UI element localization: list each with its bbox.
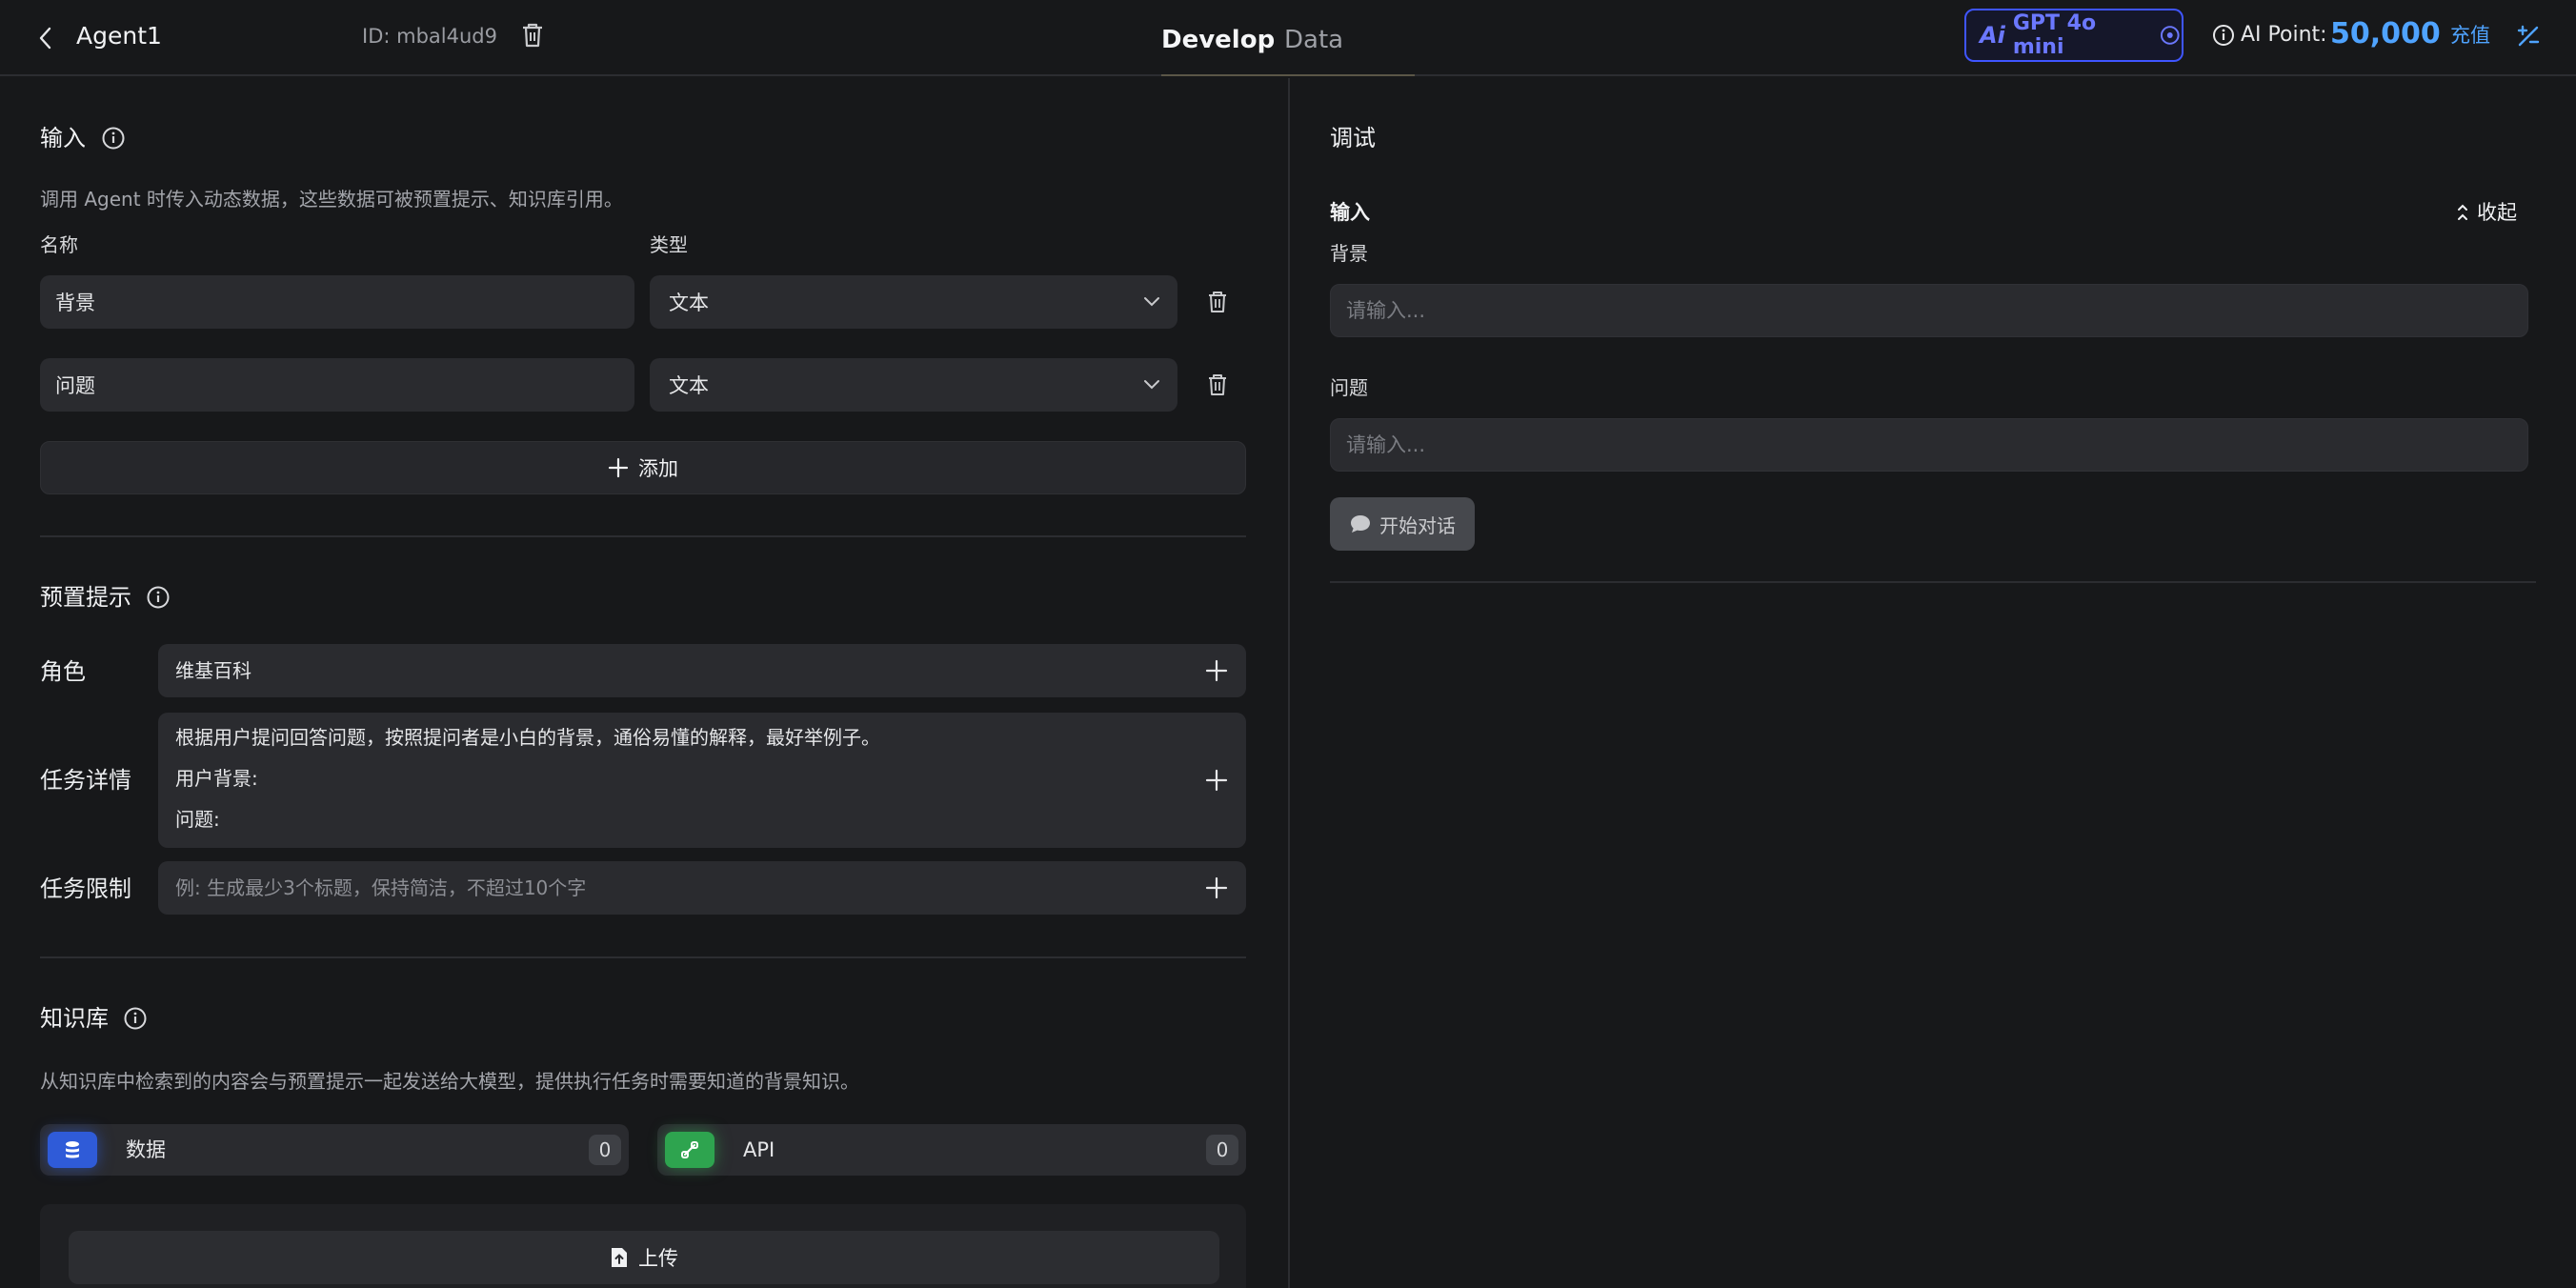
variable-type-select[interactable]: 文本 [650,275,1177,329]
section-divider [40,956,1246,958]
debug-input-label: 输入 [1330,201,1370,224]
model-logo: Ai [1980,22,2005,49]
model-selector-button[interactable]: Ai GPT 4o mini [1964,9,2184,62]
inputs-description: 调用 Agent 时传入动态数据，这些数据可被预置提示、知识库引用。 [40,188,623,211]
knowledge-card-name: 数据 [126,1138,166,1161]
upload-label: 上传 [638,1247,678,1270]
target-icon [2161,26,2181,45]
collapse-label: 收起 [2477,201,2517,224]
select-value: 文本 [669,374,709,397]
agent-name: Agent1 [76,22,162,50]
task-detail-line: 问题: [175,808,220,831]
plus-icon [1205,769,1228,792]
add-variable-label: 添加 [638,457,678,480]
variable-name-input[interactable]: 背景 [40,275,634,329]
add-role-button[interactable] [1204,658,1229,683]
panel-divider [1288,78,1290,1288]
trash-icon [1209,292,1226,312]
preset-section-title: 预置提示 [40,584,131,611]
add-variable-button[interactable]: 添加 [40,441,1246,494]
column-type-label: 类型 [650,233,688,256]
section-divider [40,535,1246,537]
database-icon [48,1132,97,1168]
start-chat-label: 开始对话 [1379,513,1456,537]
collapse-icon [2458,204,2467,220]
tab-data[interactable]: Data [1284,21,1343,59]
back-button[interactable] [29,21,63,55]
task-detail-input[interactable]: 根据用户提问回答问题，按照提问者是小白的背景，通俗易懂的解释，最好举例子。 用户… [158,713,1246,848]
debug-field-label: 背景 [1330,242,1368,265]
debug-field-label: 问题 [1330,376,1368,399]
task-detail-line: 根据用户提问回答问题，按照提问者是小白的背景，通俗易懂的解释，最好举例子。 [175,726,880,749]
task-detail-line: 用户背景: [175,767,258,790]
role-label: 角色 [40,658,86,685]
trash-icon [1209,374,1226,395]
knowledge-card-count: 0 [1206,1135,1238,1165]
plus-icon [608,457,629,478]
knowledge-card-name: API [743,1138,775,1161]
ai-point-label: AI Point: [2241,23,2327,47]
plus-icon [1205,876,1228,899]
delete-row-button[interactable] [1206,372,1229,398]
knowledge-card-data[interactable]: 数据 0 [40,1124,629,1176]
knowledge-card-api[interactable]: API 0 [657,1124,1246,1176]
knowledge-description: 从知识库中检索到的内容会与预置提示一起发送给大模型，提供执行任务时需要知道的背景… [40,1070,859,1093]
chevron-left-icon [39,27,51,50]
active-tab-indicator [1161,74,1415,76]
debug-question-input[interactable] [1330,418,2528,472]
role-value: 维基百科 [175,659,252,682]
add-task-limit-button[interactable] [1204,875,1229,900]
inputs-section-title: 输入 [40,125,86,151]
chevron-down-icon [1144,380,1159,390]
role-input[interactable]: 维基百科 [158,644,1246,697]
task-detail-label: 任务详情 [40,767,131,794]
delete-agent-button[interactable] [520,21,545,50]
debug-background-input[interactable] [1330,284,2528,337]
knowledge-section-title: 知识库 [40,1005,109,1032]
task-limit-label: 任务限制 [40,875,131,902]
tab-develop[interactable]: Develop [1161,21,1275,59]
recharge-link[interactable]: 充值 [2450,19,2490,51]
knowledge-card-count: 0 [589,1135,621,1165]
chat-bubble-icon [1351,515,1370,533]
debug-divider [1330,581,2536,583]
plus-icon [1205,659,1228,682]
model-name: GPT 4o mini [2012,11,2097,59]
percent-icon[interactable] [2515,23,2542,50]
task-limit-input[interactable]: 例: 生成最少3个标题，保持简洁，不超过10个字 [158,861,1246,915]
file-upload-icon [612,1248,627,1267]
start-chat-button[interactable]: 开始对话 [1330,497,1475,551]
info-icon[interactable] [101,126,126,151]
variable-type-select[interactable]: 文本 [650,358,1177,412]
add-task-detail-button[interactable] [1204,768,1229,793]
trash-icon [523,23,542,48]
select-value: 文本 [669,292,709,314]
info-icon[interactable] [123,1006,148,1031]
info-icon [2212,24,2235,47]
column-name-label: 名称 [40,233,78,256]
chevron-down-icon [1144,297,1159,307]
task-limit-placeholder: 例: 生成最少3个标题，保持简洁，不超过10个字 [175,876,587,899]
top-header: Agent1 ID: mbal4ud9 Develop Data Ai GPT … [0,0,2576,76]
variable-name-input[interactable]: 问题 [40,358,634,412]
ai-point-value: 50,000 [2330,17,2441,50]
collapse-button[interactable]: 收起 [2456,198,2517,227]
api-link-icon [665,1132,714,1168]
debug-panel-title: 调试 [1330,125,1376,151]
info-icon[interactable] [146,585,171,610]
agent-id: ID: mbal4ud9 [362,25,497,48]
upload-button[interactable]: 上传 [69,1231,1219,1284]
delete-row-button[interactable] [1206,289,1229,315]
